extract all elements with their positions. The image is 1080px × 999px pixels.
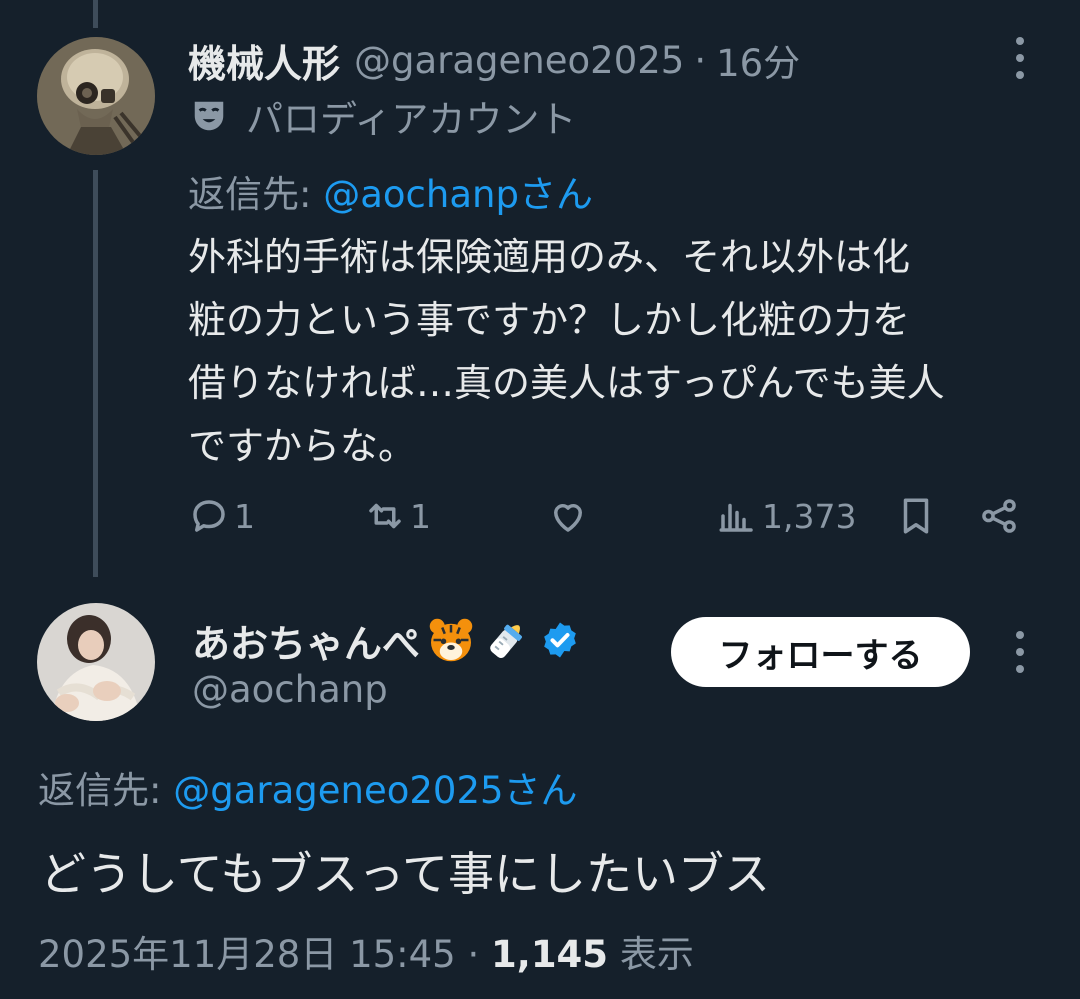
tweet1-actions: 1 1 1,373 xyxy=(0,490,1080,542)
like-icon xyxy=(554,504,582,532)
replying-to-link[interactable]: @aochanpさん xyxy=(323,173,593,216)
tweet-time[interactable]: 16分 xyxy=(716,33,800,87)
reply-button[interactable]: 1 xyxy=(188,490,255,542)
author-name[interactable]: 機械人形 xyxy=(188,33,340,88)
avatar-aochanp[interactable] xyxy=(37,603,155,721)
reply-icon xyxy=(193,500,225,532)
tweet2-header: あおちゃんぺ xyxy=(192,610,580,670)
tweet2-body: どうしてもブスって事にしたいブス xyxy=(40,847,771,901)
tiger-emoji-icon xyxy=(429,618,473,662)
tweet-meta: 2025年11月28日 15:45 · 1,145 表示 xyxy=(38,924,694,978)
thread-line-top xyxy=(93,0,98,28)
views-icon xyxy=(719,503,753,532)
retweet-button[interactable]: 1 xyxy=(364,490,431,542)
tweet-timestamp[interactable]: 2025年11月28日 15:45 xyxy=(38,933,456,976)
replying-prefix: 返信先: xyxy=(38,769,174,812)
author-handle[interactable]: @garageneo2025 xyxy=(354,39,684,82)
parody-label-row: パロディアカウント xyxy=(190,90,576,142)
share-button[interactable] xyxy=(978,490,1020,542)
parody-label: パロディアカウント xyxy=(246,98,577,141)
tweet1-header: 機械人形 @garageneo2025 · 16分 xyxy=(188,32,800,88)
like-button[interactable] xyxy=(547,490,589,542)
separator-dot: · xyxy=(694,38,707,82)
bookmark-icon xyxy=(903,498,929,534)
reply-count: 1 xyxy=(234,496,255,536)
share-icon xyxy=(982,499,1016,533)
replying-prefix: 返信先: xyxy=(188,173,324,216)
more-icon[interactable] xyxy=(1000,622,1040,682)
tweet-text-line: ですからな。 xyxy=(188,424,417,468)
follow-button[interactable]: フォローする xyxy=(671,617,970,687)
author-handle[interactable]: @aochanp xyxy=(192,668,388,711)
author-name[interactable]: あおちゃんぺ xyxy=(192,613,420,668)
replying-to-link[interactable]: @garageneo2025さん xyxy=(173,769,577,812)
view-label: 表示 xyxy=(619,933,694,976)
separator-dot: · xyxy=(467,933,480,976)
views-button[interactable]: 1,373 xyxy=(716,490,856,542)
verified-badge-icon xyxy=(544,622,576,658)
tweet-text-line: 借りなければ…真の美人はすっぴんでも美人 xyxy=(188,361,945,405)
tweet-text-line: 粧の力という事ですか？しかし化粧の力を xyxy=(188,298,911,342)
tweet-text-line: 外科的手術は保険適用のみ、それ以外は化 xyxy=(188,235,911,279)
avatar-garageneo2025[interactable] xyxy=(37,37,155,155)
replying-to: 返信先: @aochanpさん xyxy=(188,164,593,218)
view-count: 1,145 xyxy=(491,933,609,976)
parody-mask-icon xyxy=(194,101,224,131)
baby-bottle-emoji-icon xyxy=(490,624,522,658)
retweet-count: 1 xyxy=(410,496,431,536)
retweet-icon xyxy=(369,503,401,529)
replying-to: 返信先: @garageneo2025さん xyxy=(38,760,578,814)
views-count: 1,373 xyxy=(762,496,857,536)
more-icon[interactable] xyxy=(1000,28,1040,88)
tweet1-body: 外科的手術は保険適用のみ、それ以外は化 粧の力という事ですか？しかし化粧の力を … xyxy=(188,226,1048,478)
bookmark-button[interactable] xyxy=(895,490,937,542)
